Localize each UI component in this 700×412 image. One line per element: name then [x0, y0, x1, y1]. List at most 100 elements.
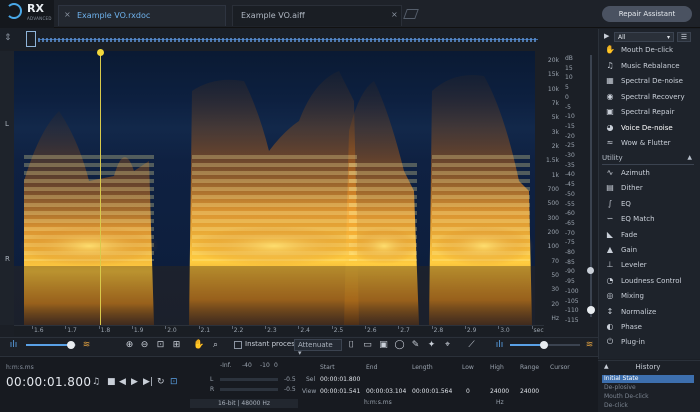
module-item[interactable]: ▦ Spectral De-noise: [604, 75, 694, 89]
play-filter-icon[interactable]: ▶: [604, 32, 609, 40]
playhead-line[interactable]: [100, 51, 101, 325]
module-filter-select[interactable]: All ▾: [614, 32, 674, 42]
slider-handle-upper[interactable]: [587, 267, 594, 274]
instant-process-checkbox[interactable]: [234, 341, 242, 349]
spectral-zoom-icon[interactable]: ≋: [584, 340, 595, 351]
db-tick-label: -85: [565, 258, 575, 266]
time-format-label[interactable]: h:m:s.ms: [6, 364, 34, 371]
time-ruler[interactable]: 1.6 1.7 1.8 1.9 2.0 2.1 2.2 2.3 2.4 2.5 2.6 2.7 2.8 2…: [14, 325, 544, 336]
module-item[interactable]: ♫ Music Rebalance: [604, 60, 694, 74]
magic-wand-icon[interactable]: ✦: [426, 340, 437, 351]
utility-icon: ▲: [606, 245, 614, 254]
find-similar-icon[interactable]: ⌖: [442, 340, 453, 351]
utility-icon: ◔: [606, 275, 614, 285]
frequency-tick-label: 1.5k: [545, 157, 559, 165]
collapse-icon[interactable]: ▲: [687, 154, 692, 161]
db-tick-label: -35: [565, 161, 575, 169]
module-label: Spectral Repair: [621, 108, 675, 116]
module-item[interactable]: ◉ Spectral Recovery: [604, 91, 694, 105]
module-item[interactable]: ≈ Wow & Flutter: [604, 137, 694, 151]
sel-start-value[interactable]: 00:00:01.800: [320, 376, 360, 383]
utility-item[interactable]: ▤ Dither: [604, 182, 694, 196]
spectrogram-blend-slider[interactable]: [26, 341, 76, 349]
utility-item[interactable]: ▲ Gain: [604, 244, 694, 258]
frequency-selection-icon[interactable]: ▭: [362, 340, 373, 351]
time-tick: [98, 326, 100, 329]
brush-icon[interactable]: ✎: [410, 340, 421, 351]
rewind-icon[interactable]: ◀: [119, 377, 126, 387]
view-start-value[interactable]: 00:00:01.541: [320, 388, 360, 395]
db-scale[interactable]: dB 15 10 5 0 -5 -10 -15 -20 -25 -30 -35 -40 -45 -50 -55…: [561, 51, 585, 325]
utility-item[interactable]: ◎ Mixing: [604, 290, 694, 304]
frequency-tick-label: 5k: [551, 114, 559, 122]
spectrogram[interactable]: [14, 51, 535, 325]
zoom-in-icon[interactable]: ⊕: [124, 340, 135, 351]
view-length-value[interactable]: 00:00:01.564: [412, 388, 452, 395]
list-view-icon[interactable]: ☰: [677, 32, 691, 42]
module-icon: ♫: [606, 60, 614, 70]
pencil-tool-icon[interactable]: ⟋: [466, 340, 477, 351]
tab-example-vo-aiff[interactable]: Example VO.aiff ×: [232, 5, 402, 26]
utility-item[interactable]: ◣ Fade: [604, 229, 694, 243]
view-range-value[interactable]: 24000: [520, 388, 539, 395]
view-high-value[interactable]: 24000: [490, 388, 509, 395]
module-item[interactable]: ✋ Mouth De-click: [604, 44, 694, 58]
utility-label: EQ Match: [621, 215, 655, 224]
playhead-handle[interactable]: [97, 49, 104, 56]
play-selection-icon[interactable]: ▶|: [143, 377, 153, 387]
record-icon[interactable]: ⊡: [170, 377, 178, 387]
instant-process-mode-select[interactable]: Attenuate ▾: [294, 339, 342, 357]
spectrogram-view-icon[interactable]: ≋: [81, 340, 92, 351]
module-item[interactable]: ▣ Spectral Repair: [604, 106, 694, 120]
overview-view-window[interactable]: [26, 31, 36, 47]
tab-example-vo-rxdoc[interactable]: × Example VO.rxdoc: [58, 5, 226, 26]
history-item[interactable]: De-click: [602, 402, 694, 410]
view-low-value[interactable]: 0: [466, 388, 470, 395]
close-icon[interactable]: ×: [64, 10, 71, 19]
view-end-value[interactable]: 00:00:03.104: [366, 388, 406, 395]
slider-handle[interactable]: [67, 341, 75, 349]
horizontal-zoom-slider[interactable]: [510, 341, 580, 349]
loop-icon[interactable]: ↻: [157, 377, 165, 387]
utility-section-header[interactable]: Utility ▲: [602, 154, 694, 165]
frequency-tick-label: 30: [551, 286, 559, 294]
slider-handle[interactable]: [587, 306, 595, 314]
spectrogram-image: [14, 71, 535, 325]
frequency-scale[interactable]: 20k 15k 10k 7k 5k 3k 2k 1.5k 1k 700 500 300 200 100 70…: [535, 51, 561, 325]
history-item[interactable]: Initial State: [602, 375, 694, 383]
zoom-out-icon[interactable]: ⊖: [139, 340, 150, 351]
lasso-icon[interactable]: ◯: [394, 340, 405, 351]
expand-collapse-icon[interactable]: ⇕: [4, 33, 12, 43]
stop-icon[interactable]: ■: [107, 377, 116, 387]
time-tick-label: 2.2: [233, 327, 244, 334]
time-selection-icon[interactable]: ⌷: [346, 340, 357, 351]
utility-item[interactable]: ◐ Phase: [604, 321, 694, 335]
history-item[interactable]: Mouth De-click: [602, 393, 694, 401]
play-icon[interactable]: ▶: [131, 377, 138, 387]
hand-tool-icon[interactable]: ✋: [193, 340, 204, 351]
utility-item[interactable]: ∽ EQ Match: [604, 213, 694, 227]
time-tick: [398, 326, 400, 329]
slider-handle[interactable]: [540, 341, 548, 349]
utility-header-label: Utility: [602, 154, 623, 162]
db-tick-label: 15: [565, 64, 573, 72]
utility-label: Normalize: [621, 307, 657, 316]
utility-item[interactable]: ↕ Normalize: [604, 306, 694, 320]
utility-item[interactable]: ∫ EQ: [604, 198, 694, 212]
repair-assistant-button[interactable]: Repair Assistant: [602, 6, 692, 22]
zoom-fit-icon[interactable]: ⊞: [171, 340, 182, 351]
utility-item[interactable]: ⊥ Leveler: [604, 259, 694, 273]
module-item[interactable]: ◕ Voice De-noise: [604, 122, 694, 136]
time-frequency-selection-icon[interactable]: ▣: [378, 340, 389, 351]
utility-item[interactable]: ◔ Loudness Control: [604, 275, 694, 289]
headphones-icon[interactable]: ♫: [92, 377, 100, 387]
zoom-selection-icon[interactable]: ⊡: [155, 340, 166, 351]
vertical-zoom-slider[interactable]: [586, 51, 596, 325]
utility-item[interactable]: ∿ Azimuth: [604, 167, 694, 181]
waveform-zoom-icon[interactable]: ılı: [494, 340, 505, 351]
close-icon[interactable]: ×: [391, 10, 398, 19]
magnify-tool-icon[interactable]: ⌕: [210, 340, 221, 351]
history-item[interactable]: De-plosive: [602, 384, 694, 392]
utility-item[interactable]: ⏻ Plug-in: [604, 336, 694, 350]
waveform-view-icon[interactable]: ılı: [8, 340, 19, 351]
